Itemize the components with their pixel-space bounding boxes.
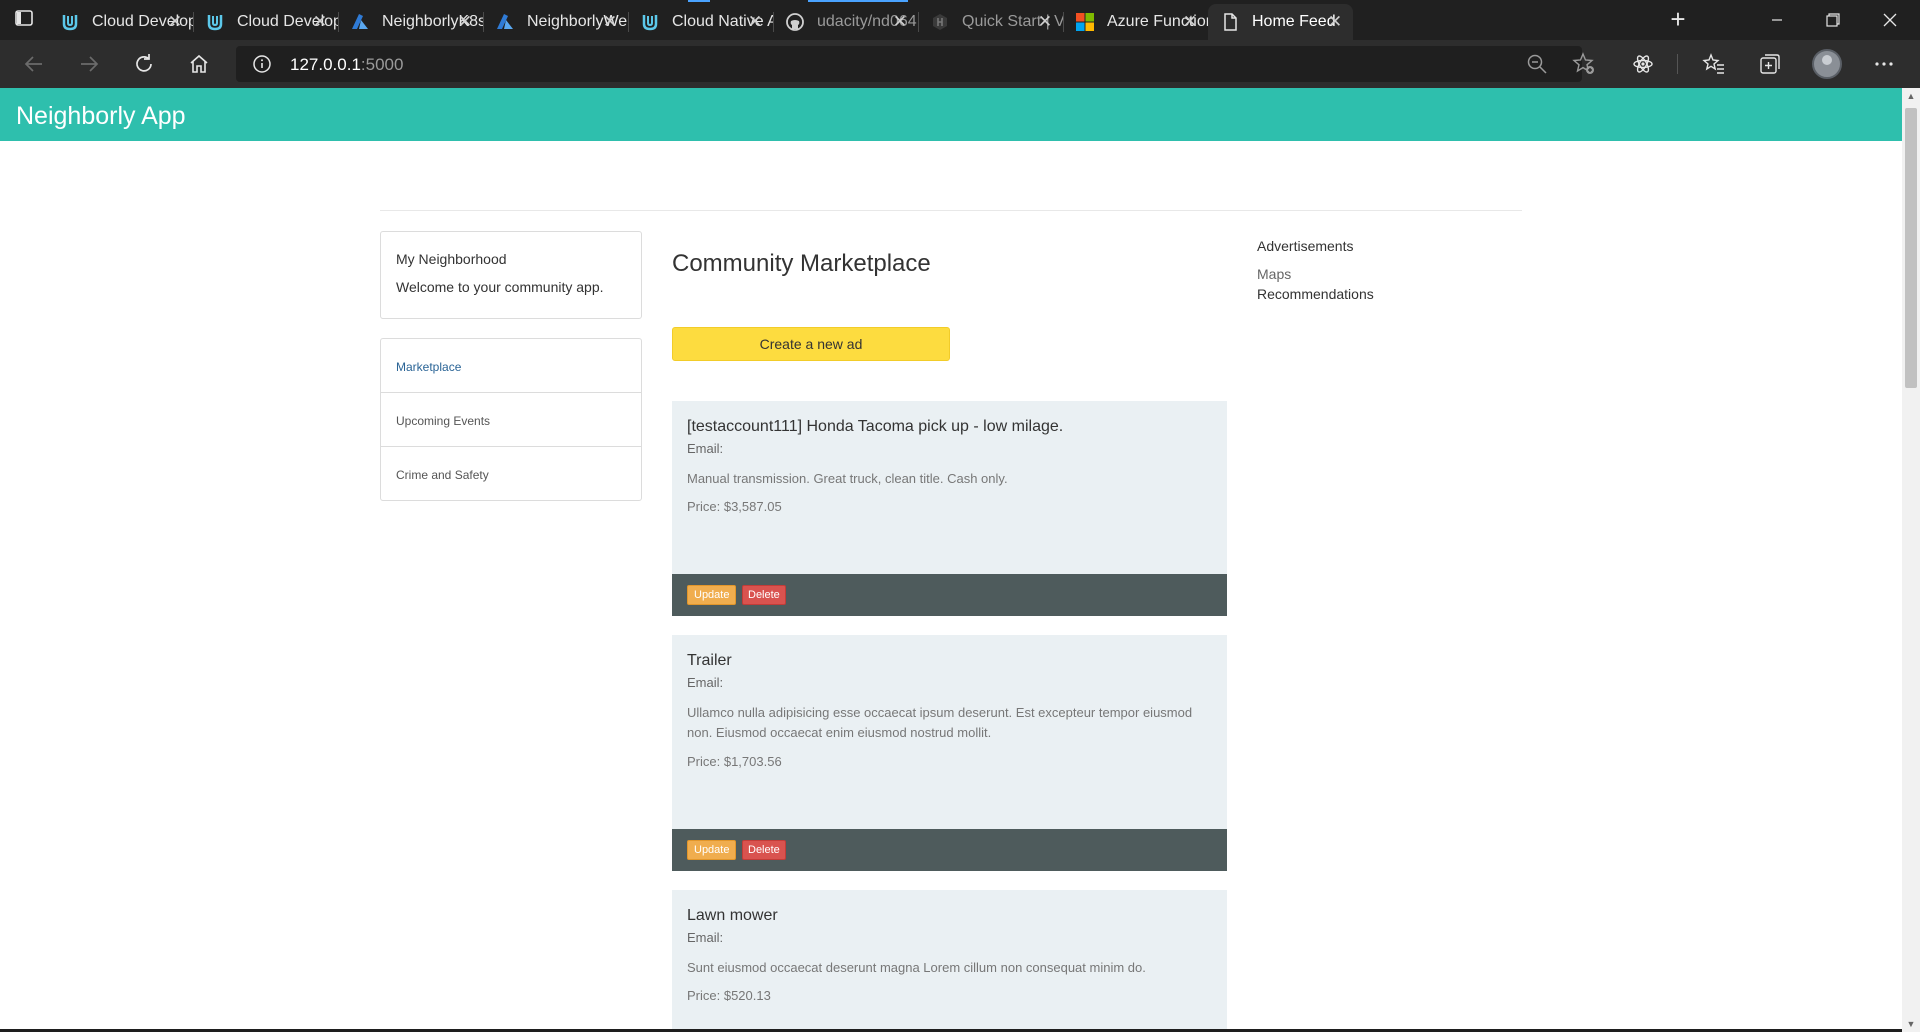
close-tab-icon[interactable]: ✕	[1180, 12, 1200, 32]
new-tab-icon[interactable]: +	[1664, 6, 1692, 34]
delete-button[interactable]: Delete	[742, 585, 786, 605]
ad-price: Price: $520.13	[687, 988, 771, 1003]
menu-item-marketplace[interactable]: Marketplace	[381, 339, 641, 393]
close-tab-icon[interactable]: ✕	[1325, 12, 1345, 32]
browser-toolbar: 127.0.0.1:5000	[0, 40, 1920, 88]
page-viewport: Neighborly App My Neighborhood Welcome t…	[0, 88, 1902, 1032]
browser-tab-active[interactable]: Home Feed ✕	[1208, 4, 1353, 40]
udacity-icon	[640, 12, 660, 32]
scrollbar-thumb[interactable]	[1905, 108, 1917, 388]
recommendations-link[interactable]: Recommendations	[1257, 286, 1374, 302]
app-brand[interactable]: Neighborly App	[16, 102, 186, 131]
ad-email: Email:	[687, 441, 724, 456]
browser-tab[interactable]: Quick Start | V ✕	[918, 4, 1064, 40]
browser-tab[interactable]: Cloud Developer ✕	[48, 4, 194, 40]
browser-tab[interactable]: Azure Function ✕	[1063, 4, 1208, 40]
restore-icon[interactable]	[1805, 0, 1861, 40]
page-icon	[1220, 12, 1240, 32]
close-tab-icon[interactable]: ✕	[745, 12, 765, 32]
microsoft-icon	[1075, 12, 1095, 32]
tab-loading-indicator	[808, 0, 908, 2]
url-host: 127.0.0.1	[290, 55, 361, 74]
welcome-panel: My Neighborhood Welcome to your communit…	[380, 231, 642, 319]
ad-title[interactable]: Trailer	[687, 652, 732, 670]
app-navbar: Neighborly App	[0, 88, 1902, 141]
update-button[interactable]: Update	[687, 585, 737, 605]
scroll-up-icon[interactable]: ▲	[1902, 88, 1920, 104]
ad-actions-bar: Update Delete	[672, 574, 1227, 616]
forward-arrow-icon[interactable]	[73, 48, 105, 80]
tab-actions-icon[interactable]	[14, 8, 48, 32]
browser-tab[interactable]: NeighborlyWeb ✕	[483, 4, 629, 40]
advertisements-heading: Advertisements	[1257, 238, 1354, 254]
minimize-icon[interactable]	[1749, 0, 1805, 40]
azure-icon	[350, 12, 370, 32]
page-title: Community Marketplace	[672, 250, 931, 277]
update-button[interactable]: Update	[687, 840, 737, 860]
udacity-icon	[205, 12, 225, 32]
ad-description: Ullamco nulla adipisicing esse occaecat …	[687, 705, 1193, 740]
browser-tab-bar: Cloud Developer ✕ Cloud Developer ✕ Neig…	[0, 0, 1920, 40]
favorites-icon[interactable]	[1702, 52, 1726, 76]
close-tab-icon[interactable]: ✕	[310, 12, 330, 32]
hashicorp-icon	[930, 12, 950, 32]
zoom-out-icon[interactable]	[1526, 53, 1548, 75]
close-tab-icon[interactable]: ✕	[165, 12, 185, 32]
toolbar-separator	[1677, 54, 1678, 74]
close-tab-icon[interactable]: ✕	[1035, 12, 1055, 32]
azure-icon	[495, 12, 515, 32]
delete-button[interactable]: Delete	[742, 840, 786, 860]
close-tab-icon[interactable]: ✕	[890, 12, 910, 32]
back-arrow-icon[interactable]	[18, 48, 50, 80]
ad-price: Price: $1,703.56	[687, 754, 782, 769]
close-tab-icon[interactable]: ✕	[455, 12, 475, 32]
github-icon	[785, 12, 805, 32]
menu-item-crime-and-safety[interactable]: Crime and Safety	[381, 447, 641, 501]
udacity-icon	[60, 12, 80, 32]
close-tab-icon[interactable]: ✕	[600, 12, 620, 32]
browser-tab[interactable]: udacity/nd064 ✕	[773, 4, 919, 40]
ad-card: [testaccount111] Honda Tacoma pick up - …	[672, 401, 1227, 616]
divider	[380, 210, 1522, 211]
welcome-title: My Neighborhood	[396, 251, 507, 267]
ad-email: Email:	[687, 675, 724, 690]
ad-title[interactable]: [testaccount111] Honda Tacoma pick up - …	[687, 418, 1063, 436]
ad-title[interactable]: Lawn mower	[687, 907, 778, 925]
browser-tab[interactable]: NeighborlyK8s ✕	[338, 4, 484, 40]
more-options-icon[interactable]	[1872, 52, 1896, 76]
ad-description: Sunt eiusmod occaecat deserunt magna Lor…	[687, 960, 1146, 975]
refresh-icon[interactable]	[128, 48, 160, 80]
ad-card: Lawn mower Email: Sunt eiusmod occaecat …	[672, 890, 1227, 1032]
ad-actions-bar: Update Delete	[672, 829, 1227, 871]
browser-tab[interactable]: Cloud Developer ✕	[193, 4, 339, 40]
page-scrollbar[interactable]: ▲ ▼	[1902, 88, 1920, 1032]
add-favorite-icon[interactable]	[1572, 52, 1596, 76]
scroll-down-icon[interactable]: ▼	[1902, 1016, 1920, 1032]
address-bar[interactable]: 127.0.0.1:5000	[236, 46, 1594, 82]
tab-loading-indicator	[688, 0, 710, 2]
url-port: :5000	[360, 55, 404, 74]
ad-price: Price: $3,587.05	[687, 499, 782, 514]
create-ad-button[interactable]: Create a new ad	[672, 327, 950, 361]
profile-avatar[interactable]	[1812, 49, 1842, 79]
close-window-icon[interactable]	[1862, 0, 1918, 40]
ad-card: Trailer Email: Ullamco nulla adipisicing…	[672, 635, 1227, 871]
url-text: 127.0.0.1:5000	[290, 55, 403, 75]
collections-icon[interactable]	[1758, 52, 1782, 76]
home-icon[interactable]	[183, 48, 215, 80]
ad-description: Manual transmission. Great truck, clean …	[687, 471, 1008, 486]
extension-icon[interactable]	[1631, 52, 1655, 76]
site-info-icon[interactable]	[252, 54, 272, 74]
ad-email: Email:	[687, 930, 724, 945]
maps-link[interactable]: Maps	[1257, 266, 1291, 282]
menu-item-upcoming-events[interactable]: Upcoming Events	[381, 393, 641, 447]
welcome-subtitle: Welcome to your community app.	[396, 279, 604, 295]
category-menu: Marketplace Upcoming Events Crime and Sa…	[380, 338, 642, 501]
browser-tab[interactable]: Cloud Native Ap ✕	[628, 4, 774, 40]
